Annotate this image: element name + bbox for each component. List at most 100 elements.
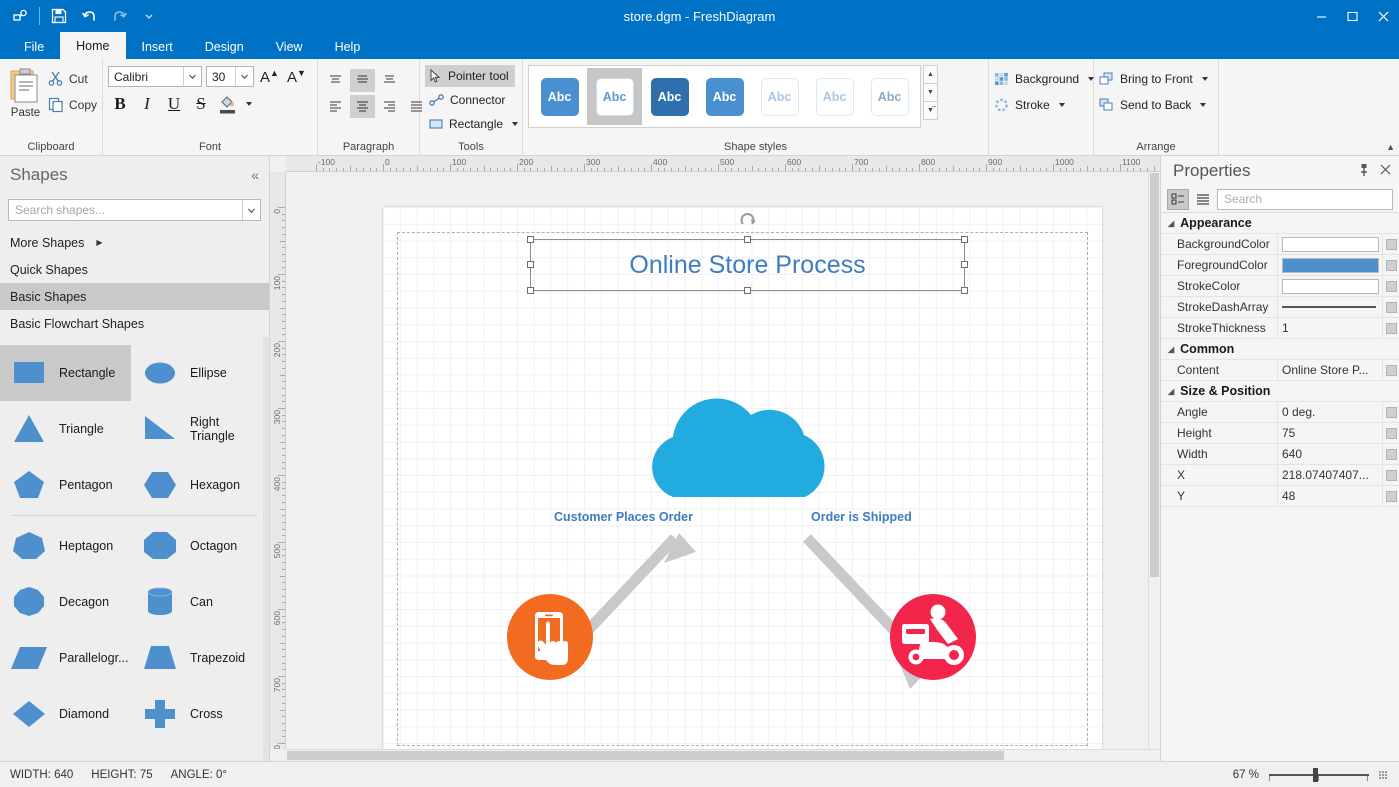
resize-handle-sw[interactable]: [527, 287, 534, 294]
shape-item-pentagon[interactable]: Pentagon: [0, 457, 131, 513]
font-size-select[interactable]: 30: [206, 66, 254, 87]
expand-collapse-icon[interactable]: ◢: [1168, 219, 1174, 228]
pointer-tool-button[interactable]: Pointer tool: [425, 65, 515, 87]
property-value-content[interactable]: Online Store P...: [1277, 359, 1382, 381]
property-value-x[interactable]: 218.07407407...: [1277, 464, 1382, 486]
strikethrough-button[interactable]: S: [189, 92, 213, 116]
shape-item-ellipse[interactable]: Ellipse: [131, 345, 262, 401]
shape-item-can[interactable]: Can: [131, 574, 262, 630]
shape-style-0[interactable]: Abc: [532, 68, 587, 125]
send-to-back-dropdown-icon[interactable]: [1200, 103, 1207, 107]
customize-qat-icon[interactable]: [6, 3, 34, 29]
rectangle-dropdown-icon[interactable]: [512, 122, 519, 126]
expand-collapse-icon[interactable]: ◢: [1168, 345, 1174, 354]
property-value-foregroundcolor[interactable]: [1277, 254, 1382, 276]
shape-item-hexagon[interactable]: Hexagon: [131, 457, 262, 513]
shape-item-right-triangle[interactable]: Right Triangle: [131, 401, 262, 457]
properties-search-input[interactable]: Search: [1217, 188, 1393, 210]
maximize-button[interactable]: [1337, 0, 1368, 32]
resize-handle-n[interactable]: [743, 236, 751, 243]
pin-icon[interactable]: [1358, 163, 1370, 180]
tab-home[interactable]: Home: [60, 32, 126, 59]
property-value-width[interactable]: 640: [1277, 443, 1382, 465]
shape-item-rectangle[interactable]: Rectangle: [0, 345, 131, 401]
bold-button[interactable]: B: [108, 92, 132, 116]
property-value-strokedasharray[interactable]: [1277, 296, 1382, 318]
resize-handle-nw[interactable]: [527, 236, 534, 243]
zoom-slider[interactable]: [1269, 767, 1369, 782]
copy-button[interactable]: Copy: [48, 94, 97, 116]
title-shape-text[interactable]: Online Store Process: [531, 240, 964, 290]
property-editor-button[interactable]: [1382, 359, 1399, 381]
align-middle-button[interactable]: [350, 69, 375, 92]
title-shape-selection[interactable]: Online Store Process: [527, 213, 968, 294]
align-top-button[interactable]: [323, 69, 348, 92]
styles-scroll-up-button[interactable]: ▲: [923, 65, 938, 84]
property-editor-button[interactable]: [1382, 317, 1399, 339]
property-editor-button[interactable]: [1382, 296, 1399, 318]
resize-handle-se[interactable]: [961, 287, 968, 294]
shape-style-6[interactable]: Abc: [862, 68, 917, 125]
scroll-thumb[interactable]: [287, 751, 1004, 760]
shape-item-parallelogram[interactable]: Parallelogr...: [0, 630, 131, 686]
expand-collapse-icon[interactable]: ◢: [1168, 387, 1174, 396]
font-family-select[interactable]: Calibri: [108, 66, 202, 87]
undo-icon[interactable]: [75, 3, 103, 29]
property-editor-button[interactable]: [1382, 443, 1399, 465]
stroke-color-button[interactable]: Stroke: [994, 94, 1065, 116]
property-value-angle[interactable]: 0 deg.: [1277, 401, 1382, 423]
minimize-button[interactable]: [1306, 0, 1337, 32]
shape-category-basic-shapes[interactable]: Basic Shapes: [0, 283, 269, 310]
resize-handle-s[interactable]: [743, 287, 751, 294]
scroll-thumb[interactable]: [1150, 173, 1159, 577]
chevron-down-icon[interactable]: [242, 200, 260, 220]
shape-style-5[interactable]: Abc: [807, 68, 862, 125]
shape-item-triangle[interactable]: Triangle: [0, 401, 131, 457]
property-editor-button[interactable]: [1382, 464, 1399, 486]
stroke-dropdown-icon[interactable]: [1058, 103, 1065, 107]
paste-button[interactable]: Paste: [5, 64, 46, 119]
resize-grip-icon[interactable]: [1379, 770, 1389, 779]
connector-tool-button[interactable]: Connector: [425, 89, 511, 111]
connector-label-left[interactable]: Customer Places Order: [554, 510, 693, 524]
shape-item-octagon[interactable]: Octagon: [131, 518, 262, 574]
styles-scroll-down-button[interactable]: ▼: [923, 83, 938, 102]
color-swatch[interactable]: [1282, 257, 1379, 273]
italic-button[interactable]: I: [135, 92, 159, 116]
text-fill-color-button[interactable]: [216, 92, 240, 116]
bring-to-front-dropdown-icon[interactable]: [1201, 77, 1208, 81]
tab-design[interactable]: Design: [189, 35, 260, 59]
redo-icon[interactable]: [105, 3, 133, 29]
ribbon-collapse-button[interactable]: ▲: [1386, 142, 1395, 152]
shape-item-heptagon[interactable]: Heptagon: [0, 518, 131, 574]
close-icon[interactable]: [1380, 163, 1391, 180]
background-color-button[interactable]: Background: [994, 68, 1095, 90]
align-left-button[interactable]: [323, 95, 348, 118]
shape-item-trapezoid[interactable]: Trapezoid: [131, 630, 262, 686]
shapes-scrollbar[interactable]: [263, 337, 269, 761]
grow-font-button[interactable]: A▲: [258, 68, 281, 86]
save-icon[interactable]: [45, 3, 73, 29]
tab-file[interactable]: File: [8, 35, 60, 59]
qat-dropdown-icon[interactable]: [135, 3, 163, 29]
connector-label-right[interactable]: Order is Shipped: [811, 510, 912, 524]
rectangle-tool-button[interactable]: Rectangle: [425, 113, 524, 135]
align-bottom-button[interactable]: [377, 69, 402, 92]
shape-category-more-shapes[interactable]: More Shapes ▶: [0, 229, 269, 256]
shape-item-decagon[interactable]: Decagon: [0, 574, 131, 630]
alphabetical-view-button[interactable]: [1192, 189, 1214, 210]
cut-button[interactable]: Cut: [48, 68, 97, 90]
property-value-strokecolor[interactable]: [1277, 275, 1382, 297]
zoom-thumb[interactable]: [1313, 767, 1318, 782]
chevron-down-icon[interactable]: [183, 67, 201, 86]
bring-to-front-button[interactable]: Bring to Front: [1099, 68, 1208, 90]
resize-handle-w[interactable]: [527, 261, 534, 268]
property-group-appearance[interactable]: ◢ Appearance: [1161, 213, 1399, 234]
property-group-common[interactable]: ◢ Common: [1161, 339, 1399, 360]
property-group-size-position[interactable]: ◢ Size & Position: [1161, 381, 1399, 402]
shape-search-input[interactable]: Search shapes...: [8, 199, 261, 221]
shape-style-1[interactable]: Abc: [587, 68, 642, 125]
property-editor-button[interactable]: [1382, 233, 1399, 255]
shape-style-4[interactable]: Abc: [752, 68, 807, 125]
diagram-page[interactable]: Customer Places Order Order is Shipped O…: [383, 207, 1102, 749]
